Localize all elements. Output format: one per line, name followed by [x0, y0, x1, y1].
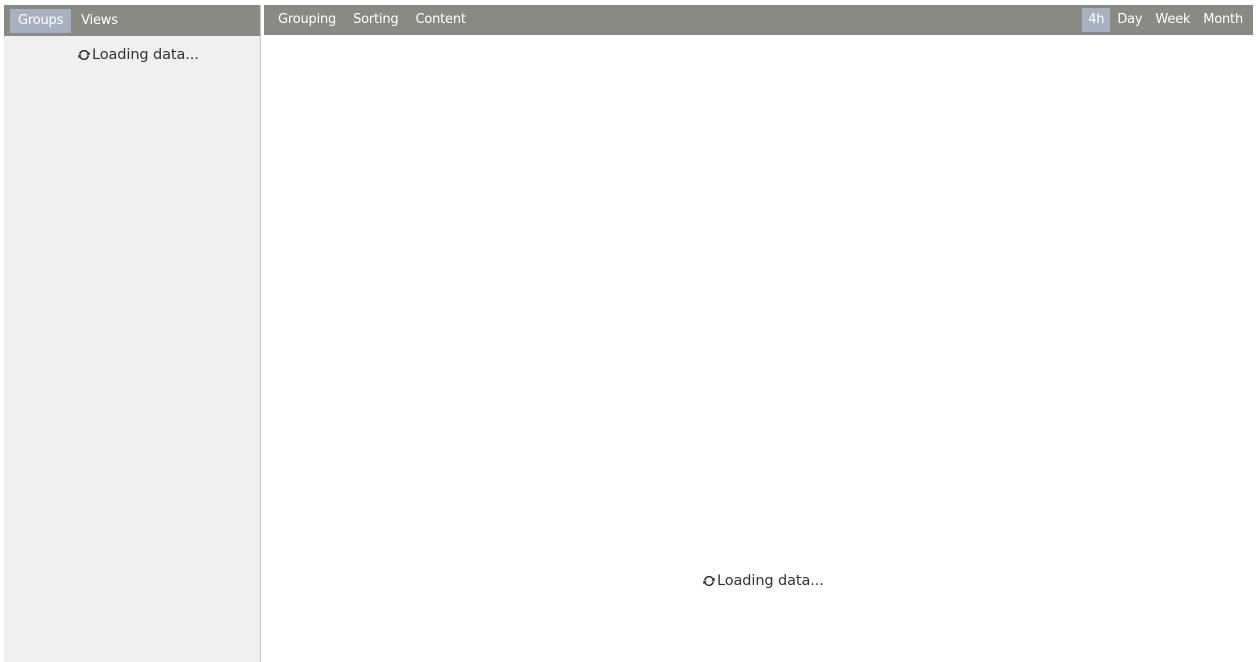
main-panel: Grouping Sorting Content 4h Day Week Mon…: [264, 5, 1253, 662]
refresh-icon: [77, 48, 91, 62]
loading-text: Loading data...: [717, 573, 824, 589]
sorting-button[interactable]: Sorting: [345, 8, 406, 32]
left-toolbar: Groups Views: [4, 5, 260, 36]
scale-4h-button[interactable]: 4h: [1082, 8, 1111, 32]
refresh-icon: [702, 574, 716, 588]
scale-day-button[interactable]: Day: [1111, 8, 1148, 32]
main-toolbar: Grouping Sorting Content 4h Day Week Mon…: [264, 5, 1253, 35]
scale-week-button[interactable]: Week: [1149, 8, 1196, 32]
scale-month-button[interactable]: Month: [1197, 8, 1249, 32]
grouping-button[interactable]: Grouping: [270, 8, 344, 32]
left-loading-indicator: Loading data...: [77, 47, 199, 63]
toolbar-menu-group: Grouping Sorting Content: [270, 8, 474, 32]
app-window: Groups Views Loading data... Grouping So…: [0, 0, 1259, 662]
left-panel: Groups Views Loading data...: [4, 5, 261, 662]
loading-text: Loading data...: [92, 47, 199, 63]
main-loading-indicator: Loading data...: [702, 573, 824, 589]
time-scale-group: 4h Day Week Month: [1082, 8, 1249, 32]
content-button[interactable]: Content: [407, 8, 473, 32]
tab-views[interactable]: Views: [73, 9, 126, 33]
tab-groups[interactable]: Groups: [10, 8, 72, 33]
